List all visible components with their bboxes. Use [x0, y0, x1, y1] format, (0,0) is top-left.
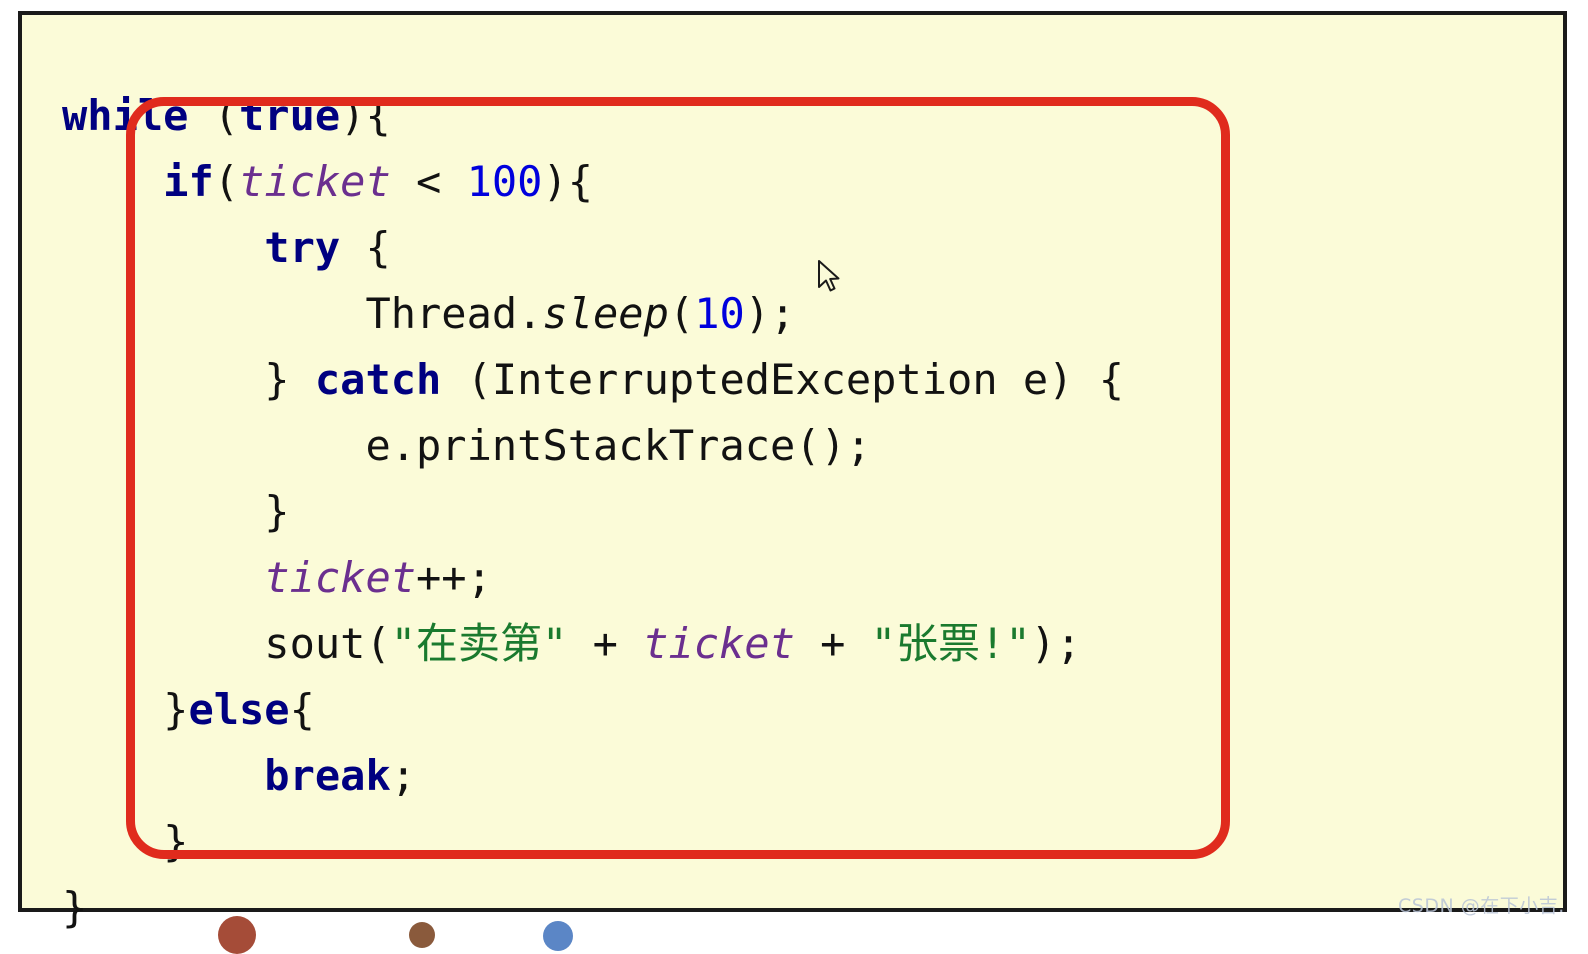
code-token: } [264, 487, 290, 536]
code-token: + [567, 619, 644, 668]
mouse-pointer-icon [818, 260, 840, 292]
screenshot-root: while (true){ if(ticket < 100){ try { Th… [0, 0, 1588, 954]
code-token: "在卖第" [390, 619, 568, 668]
code-block[interactable]: while (true){ if(ticket < 100){ try { Th… [62, 83, 1563, 941]
code-line: if(ticket < 100){ [62, 149, 1563, 215]
code-token: "张票!" [870, 619, 1031, 668]
code-token: ticket [643, 619, 795, 668]
code-token: Thread. [365, 289, 543, 338]
code-token: } [163, 817, 189, 866]
code-token: < [390, 157, 467, 206]
code-token: true [239, 91, 341, 140]
code-token: try [264, 223, 341, 272]
code-line: break; [62, 743, 1563, 809]
code-line: } [62, 875, 1563, 941]
code-token: break [264, 751, 391, 800]
csdn-watermark: CSDN @在下小吉. [1398, 895, 1565, 917]
code-token: ticket [239, 157, 391, 206]
code-token: } [264, 355, 315, 404]
code-token: ); [1030, 619, 1082, 668]
code-line: sout("在卖第" + ticket + "张票!"); [62, 611, 1563, 677]
code-token: } [163, 685, 189, 734]
code-token: ++; [416, 553, 492, 602]
code-line: }else{ [62, 677, 1563, 743]
code-line: } catch (InterruptedException e) { [62, 347, 1563, 413]
code-line: } [62, 809, 1563, 875]
code-token: + [794, 619, 871, 668]
code-token: { [340, 223, 391, 272]
code-token: 100 [466, 157, 543, 206]
code-line: e.printStackTrace(); [62, 413, 1563, 479]
code-line: try { [62, 215, 1563, 281]
code-token: 10 [694, 289, 745, 338]
code-token: else [188, 685, 290, 734]
code-line: } [62, 479, 1563, 545]
code-token: ){ [542, 157, 594, 206]
code-token: ); [744, 289, 796, 338]
code-token: sleep [542, 289, 669, 338]
code-token: ( [668, 289, 695, 338]
code-token: catch [314, 355, 442, 404]
code-token: ticket [264, 553, 417, 602]
code-panel: while (true){ if(ticket < 100){ try { Th… [18, 11, 1567, 932]
code-token: sout( [264, 619, 391, 668]
code-token: ( [188, 91, 240, 140]
code-token: (InterruptedException e) { [441, 355, 1125, 404]
code-token: ( [213, 157, 240, 206]
code-token: e.printStackTrace(); [365, 421, 872, 470]
code-line: ticket++; [62, 545, 1563, 611]
code-token: while [62, 91, 189, 140]
code-line: Thread.sleep(10); [62, 281, 1563, 347]
code-token: } [62, 883, 88, 932]
code-token: if [163, 157, 214, 206]
code-token: ){ [340, 91, 391, 140]
code-token: ; [390, 751, 417, 800]
code-line: while (true){ [62, 83, 1563, 149]
code-token: { [289, 685, 315, 734]
